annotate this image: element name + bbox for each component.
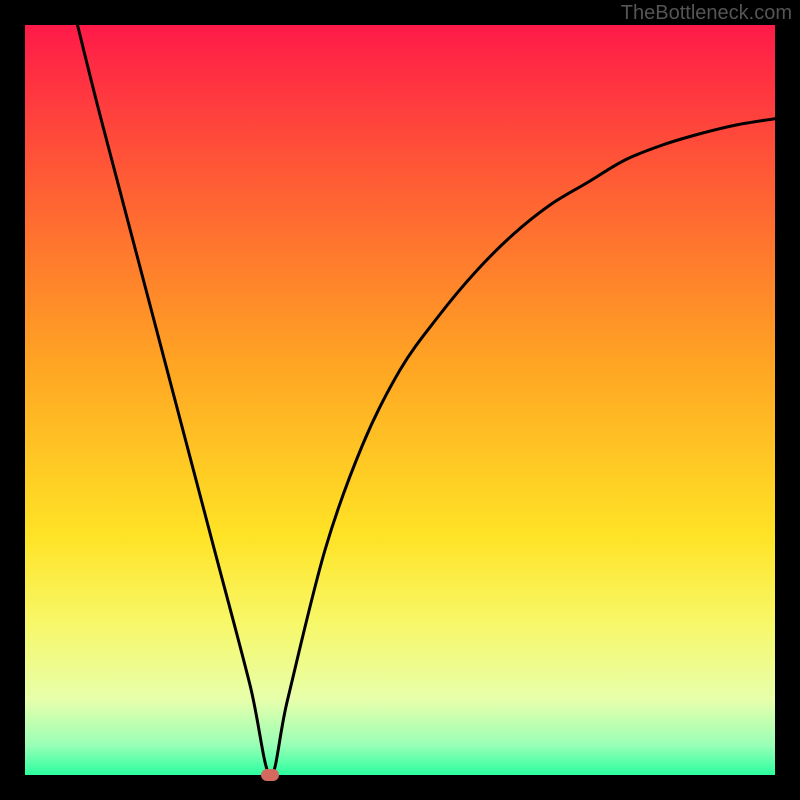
minimum-marker	[261, 769, 279, 781]
chart-container: TheBottleneck.com	[0, 0, 800, 800]
heatmap-gradient	[25, 25, 775, 775]
plot-area	[25, 25, 775, 775]
credit-text: TheBottleneck.com	[621, 2, 792, 25]
